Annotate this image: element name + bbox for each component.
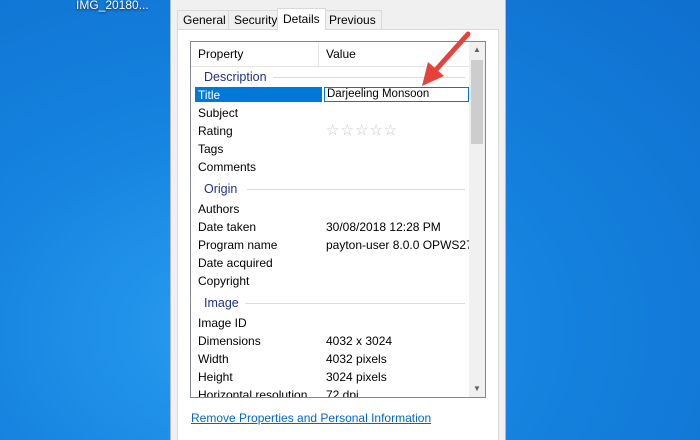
tab-security[interactable]: Security <box>228 10 284 29</box>
list-header: Property Value <box>191 42 472 67</box>
row-height[interactable]: Height 3024 pixels <box>191 368 469 386</box>
row-value[interactable]: 72 dpi <box>326 386 359 397</box>
column-header-property[interactable]: Property <box>198 42 243 66</box>
row-comments[interactable]: Comments <box>191 158 469 176</box>
row-key: Height <box>198 370 233 384</box>
vertical-scrollbar[interactable]: ▲ ▼ <box>469 42 485 397</box>
row-title[interactable]: Title Darjeeling Monsoon <box>191 86 469 104</box>
row-program-name[interactable]: Program name payton-user 8.0.0 OPWS27... <box>191 236 483 254</box>
row-key: Tags <box>198 142 224 156</box>
row-key: Horizontal resolution <box>198 388 308 398</box>
row-value[interactable]: 3024 pixels <box>326 368 387 386</box>
row-key: Width <box>198 352 229 366</box>
row-value[interactable]: 4032 x 3024 <box>326 332 392 350</box>
properties-dialog: General Security Details Previous Versio… <box>170 0 506 440</box>
row-key: Rating <box>198 124 233 138</box>
tab-previous-versions[interactable]: Previous Versions <box>323 10 382 46</box>
row-key: Comments <box>198 160 257 174</box>
scroll-up-arrow-icon[interactable]: ▲ <box>469 42 485 58</box>
group-image: Image <box>191 294 469 312</box>
row-value[interactable]: payton-user 8.0.0 OPWS27... <box>326 236 483 254</box>
row-key: Program name <box>198 238 278 252</box>
tab-general[interactable]: General <box>177 10 232 29</box>
row-key: Title <box>198 88 221 102</box>
row-key: Image ID <box>198 316 247 330</box>
row-rating[interactable]: Rating ☆☆☆☆☆ <box>191 122 469 140</box>
remove-properties-link[interactable]: Remove Properties and Personal Informati… <box>191 411 431 425</box>
row-horizontal-resolution[interactable]: Horizontal resolution 72 dpi <box>191 386 469 398</box>
row-key: Copyright <box>198 274 250 288</box>
row-copyright[interactable]: Copyright <box>191 272 469 290</box>
row-subject[interactable]: Subject <box>191 104 469 122</box>
group-description: Description <box>191 68 469 86</box>
row-key: Date acquired <box>198 256 273 270</box>
group-label: Image <box>204 296 239 310</box>
group-divider <box>273 77 465 78</box>
property-list[interactable]: Property Value Description Title Darjeel… <box>190 41 486 398</box>
title-edit-field[interactable]: Darjeeling Monsoon <box>324 87 469 102</box>
scroll-down-arrow-icon[interactable]: ▼ <box>469 381 485 397</box>
tab-details[interactable]: Details <box>277 8 326 30</box>
row-date-acquired[interactable]: Date acquired <box>191 254 469 272</box>
row-image-id[interactable]: Image ID <box>191 314 469 332</box>
column-divider[interactable] <box>318 42 319 66</box>
row-authors[interactable]: Authors <box>191 200 469 218</box>
column-header-value[interactable]: Value <box>326 42 356 66</box>
row-key: Dimensions <box>198 334 261 348</box>
details-tab-page: Property Value Description Title Darjeel… <box>177 29 499 440</box>
row-key: Authors <box>198 202 240 216</box>
row-dimensions[interactable]: Dimensions 4032 x 3024 <box>191 332 469 350</box>
group-divider <box>245 303 465 304</box>
row-tags[interactable]: Tags <box>191 140 469 158</box>
group-divider <box>247 189 465 190</box>
row-key: Date taken <box>198 220 257 234</box>
row-width[interactable]: Width 4032 pixels <box>191 350 469 368</box>
group-label: Description <box>204 70 267 84</box>
group-origin: Origin <box>191 180 469 198</box>
row-key: Subject <box>198 106 239 120</box>
scroll-thumb[interactable] <box>471 60 483 144</box>
row-value[interactable]: 30/08/2018 12:28 PM <box>326 218 441 236</box>
rating-stars[interactable]: ☆☆☆☆☆ <box>326 122 398 140</box>
row-date-taken[interactable]: Date taken 30/08/2018 12:28 PM <box>191 218 469 236</box>
row-value[interactable]: 4032 pixels <box>326 350 387 368</box>
desktop-icon-label[interactable]: IMG_20180... <box>76 0 149 12</box>
group-label: Origin <box>204 182 238 196</box>
